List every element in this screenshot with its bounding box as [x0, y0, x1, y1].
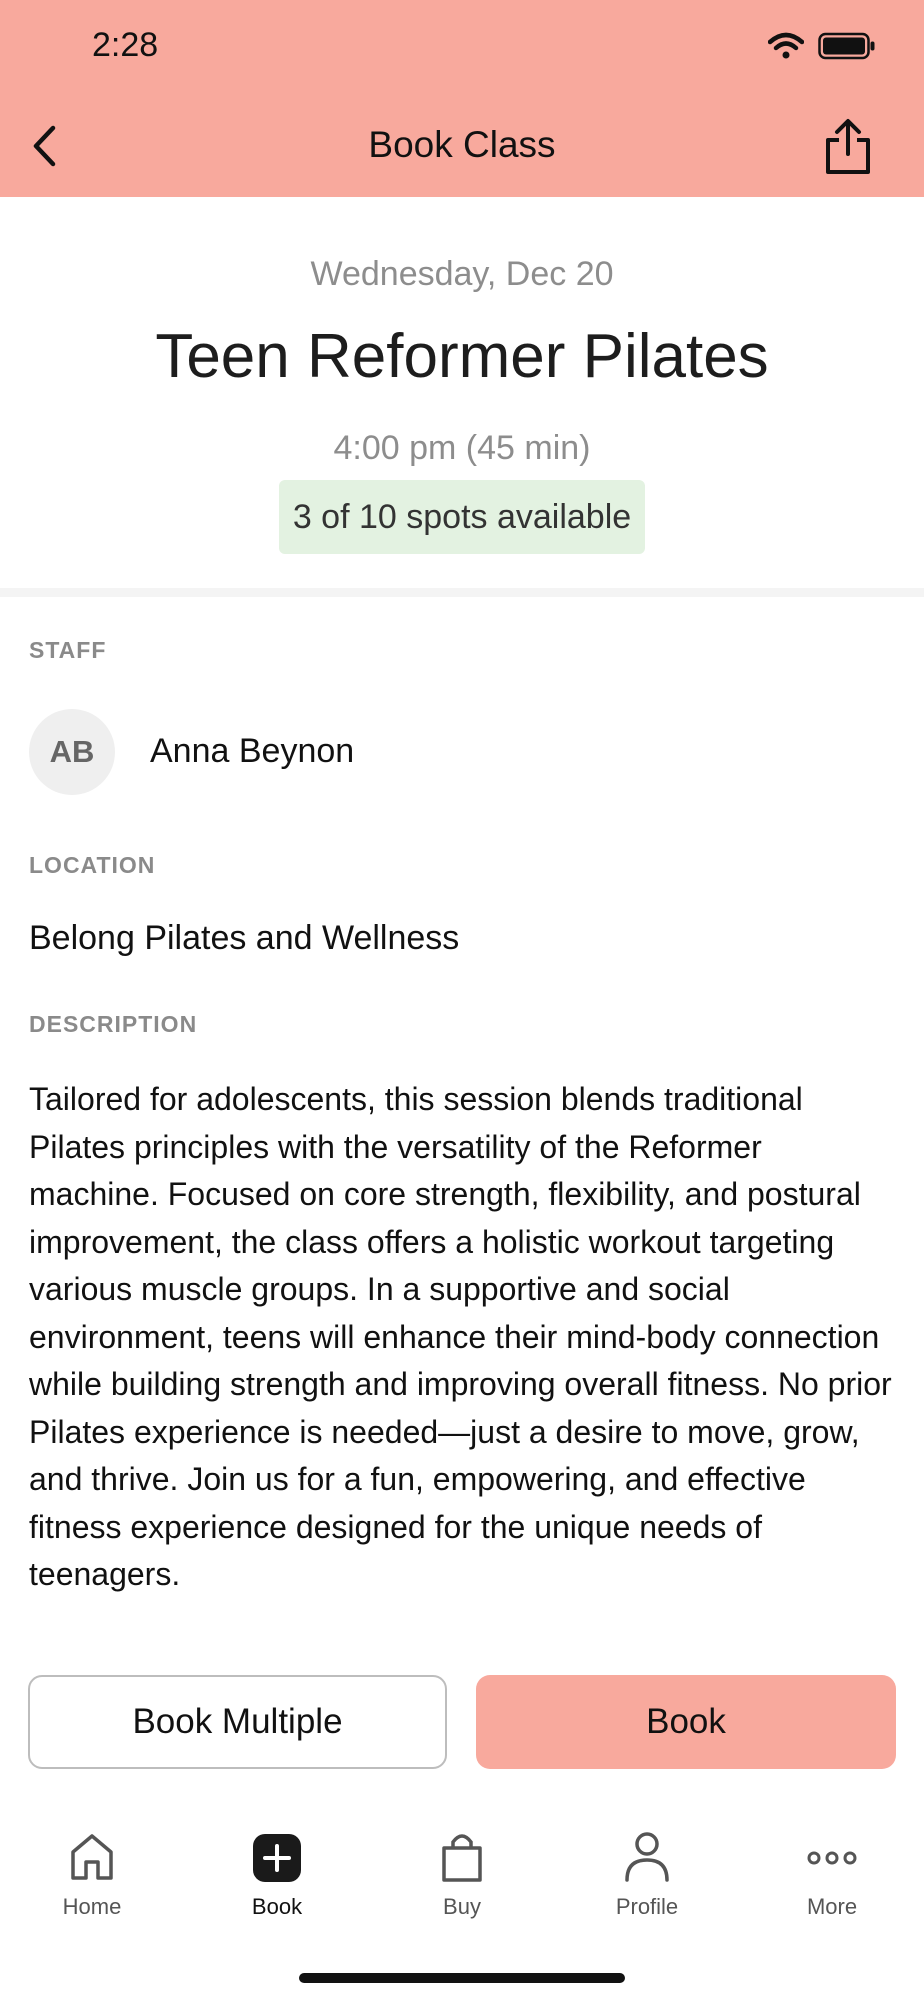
status-time: 2:28: [92, 26, 159, 64]
location-section-label: LOCATION: [29, 852, 156, 878]
tab-book[interactable]: Book: [207, 1830, 347, 1940]
description-scroll-area[interactable]: Tailored for adolescents, this session b…: [29, 1076, 895, 1626]
home-indicator[interactable]: [299, 1973, 625, 1983]
class-name: Teen Reformer Pilates: [155, 322, 769, 391]
tab-more[interactable]: More: [762, 1830, 902, 1940]
book-multiple-button[interactable]: Book Multiple: [28, 1675, 447, 1769]
section-divider: [0, 588, 924, 597]
person-icon: [625, 1832, 669, 1882]
tab-bar: Home Book Buy Profile More: [0, 1800, 924, 2000]
description-text: Tailored for adolescents, this session b…: [29, 1081, 892, 1592]
status-icons: [768, 32, 876, 60]
tab-home[interactable]: Home: [22, 1830, 162, 1940]
tab-book-label: Book: [251, 1894, 303, 1919]
shopping-bag-icon: [442, 1834, 482, 1882]
share-icon: [826, 119, 870, 174]
tab-profile-label: Profile: [615, 1894, 679, 1919]
battery-icon: [818, 32, 875, 60]
page-title: Book Class: [368, 124, 556, 165]
tab-more-label: More: [806, 1894, 858, 1919]
book-button[interactable]: Book: [476, 1675, 896, 1769]
share-button[interactable]: [820, 118, 876, 176]
ellipsis-icon: [807, 1851, 857, 1865]
staff-name: Anna Beynon: [150, 732, 355, 770]
tab-profile[interactable]: Profile: [577, 1830, 717, 1940]
class-summary: Wednesday, Dec 20 Teen Reformer Pilates …: [0, 197, 924, 591]
class-date: Wednesday, Dec 20: [310, 255, 614, 293]
avatar: AB: [29, 709, 115, 795]
tab-home-label: Home: [62, 1894, 122, 1919]
tab-buy[interactable]: Buy: [392, 1830, 532, 1940]
home-icon: [71, 1834, 113, 1880]
location-value: Belong Pilates and Wellness: [29, 919, 460, 957]
staff-section-label: STAFF: [29, 637, 107, 663]
app-header: 2:28 Book Class: [0, 0, 924, 197]
wifi-icon: [768, 32, 804, 59]
spots-badge: 3 of 10 spots available: [279, 480, 645, 554]
tab-buy-label: Buy: [443, 1894, 481, 1919]
class-time: 4:00 pm (45 min): [333, 429, 591, 467]
plus-square-icon: [253, 1834, 301, 1882]
description-section-label: DESCRIPTION: [29, 1011, 198, 1037]
